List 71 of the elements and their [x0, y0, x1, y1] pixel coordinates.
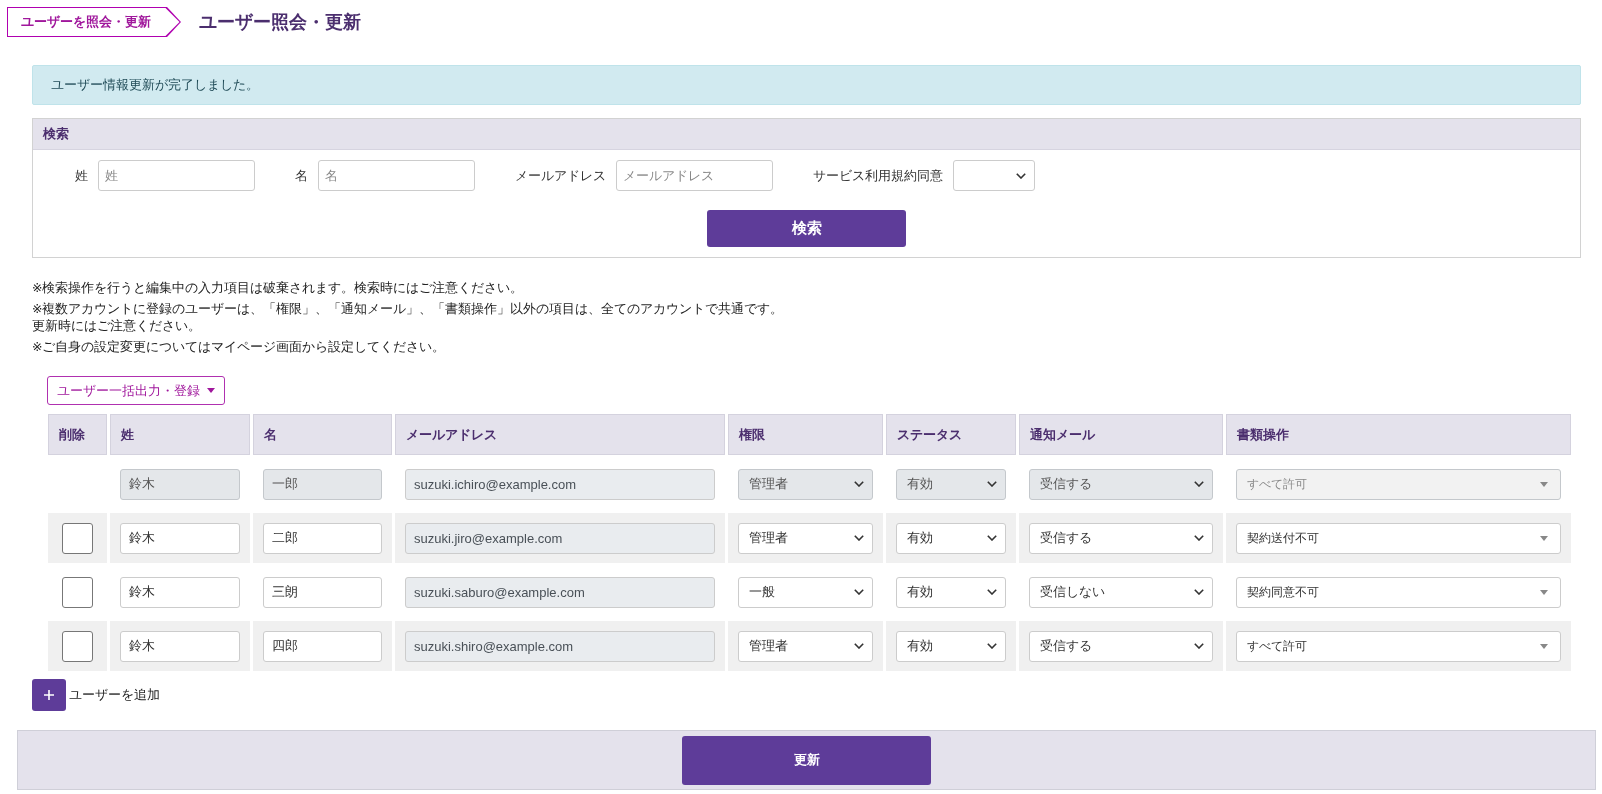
- chevron-down-icon: [1194, 643, 1204, 649]
- role-select[interactable]: 管理者: [738, 630, 873, 662]
- breadcrumb-link[interactable]: ユーザーを照会・更新: [7, 7, 181, 37]
- add-user-button[interactable]: [32, 679, 66, 711]
- chevron-down-icon: [854, 643, 864, 649]
- note-text: ※検索操作を行うと編集中の入力項目は破棄されます。検索時にはご注意ください。: [32, 280, 524, 297]
- notification-select[interactable]: 受信する: [1029, 630, 1213, 662]
- role-select[interactable]: 管理者: [738, 522, 873, 554]
- chevron-down-icon: [987, 481, 997, 487]
- caret-icon: [207, 388, 215, 393]
- column-header: 書類操作: [1226, 414, 1571, 455]
- email-input[interactable]: suzuki.saburo@example.com: [405, 576, 715, 608]
- note-text: ※複数アカウントに登録のユーザーは、「権限」、「通知メール」、「書類操作」以外の項目は、全てのアカウントで共通です。: [32, 301, 784, 318]
- search-field[interactable]: 名: [318, 160, 475, 191]
- add-user-label[interactable]: ユーザーを追加: [69, 686, 160, 704]
- chevron-down-icon: [854, 535, 864, 541]
- last-name-input[interactable]: 鈴木: [120, 522, 240, 554]
- notification-select[interactable]: 受信する: [1029, 522, 1213, 554]
- last-name-input[interactable]: 鈴木: [120, 576, 240, 608]
- status-select[interactable]: 有効: [896, 630, 1006, 662]
- chevron-down-icon: [1194, 589, 1204, 595]
- bulk-menu-button[interactable]: ユーザー一括出力・登録: [47, 376, 225, 405]
- chevron-down-icon: [854, 589, 864, 595]
- column-header: ステータス: [886, 414, 1016, 455]
- document-permission-select[interactable]: すべて許可: [1236, 630, 1561, 662]
- chevron-down-icon: [1194, 481, 1204, 487]
- caret-icon: [1540, 535, 1548, 541]
- field-label: 姓: [75, 166, 88, 185]
- note-text: 更新時にはご注意ください。: [32, 318, 201, 335]
- first-name-input[interactable]: 二郎: [263, 522, 382, 554]
- plus-icon: [44, 690, 54, 700]
- column-header: 姓: [110, 414, 250, 455]
- caret-icon: [1540, 589, 1548, 595]
- first-name-input[interactable]: 三朗: [263, 576, 382, 608]
- field-label: サービス利用規約同意: [813, 166, 943, 185]
- document-permission-select[interactable]: 契約同意不可: [1236, 576, 1561, 608]
- email-input[interactable]: suzuki.shiro@example.com: [405, 630, 715, 662]
- column-header: 削除: [48, 414, 107, 455]
- success-alert: ユーザー情報更新が完了しました。: [32, 65, 1581, 105]
- page-title: ユーザー照会・更新: [199, 11, 361, 34]
- caret-icon: [1540, 481, 1548, 487]
- notification-select[interactable]: 受信しない: [1029, 576, 1213, 608]
- search-field[interactable]: 姓: [98, 160, 255, 191]
- field-label: メールアドレス: [515, 166, 606, 185]
- email-input[interactable]: suzuki.jiro@example.com: [405, 522, 715, 554]
- column-header: メールアドレス: [395, 414, 725, 455]
- document-permission-select[interactable]: 契約送付不可: [1236, 522, 1561, 554]
- delete-checkbox[interactable]: [62, 576, 93, 608]
- chevron-down-icon: [854, 481, 864, 487]
- chevron-down-icon: [987, 535, 997, 541]
- role-select[interactable]: 一般: [738, 576, 873, 608]
- note-text: ※ご自身の設定変更についてはマイページ画面から設定してください。: [32, 339, 446, 356]
- field-label: 名: [295, 166, 308, 185]
- delete-checkbox[interactable]: [62, 630, 93, 662]
- delete-checkbox[interactable]: [62, 522, 93, 554]
- chevron-down-icon: [1194, 535, 1204, 541]
- column-header: 権限: [728, 414, 883, 455]
- search-button[interactable]: 検索: [707, 210, 906, 247]
- chevron-down-icon: [1016, 172, 1026, 179]
- chevron-down-icon: [987, 589, 997, 595]
- update-button[interactable]: 更新: [682, 735, 931, 785]
- search-field[interactable]: メールアドレス: [616, 160, 773, 191]
- first-name-input[interactable]: 四郎: [263, 630, 382, 662]
- status-select[interactable]: 有効: [896, 576, 1006, 608]
- column-header: 名: [253, 414, 392, 455]
- chevron-down-icon: [987, 643, 997, 649]
- column-header: 通知メール: [1019, 414, 1223, 455]
- status-select[interactable]: 有効: [896, 522, 1006, 554]
- last-name-input[interactable]: 鈴木: [120, 630, 240, 662]
- caret-icon: [1540, 643, 1548, 649]
- search-panel-header: 検索: [33, 119, 1580, 150]
